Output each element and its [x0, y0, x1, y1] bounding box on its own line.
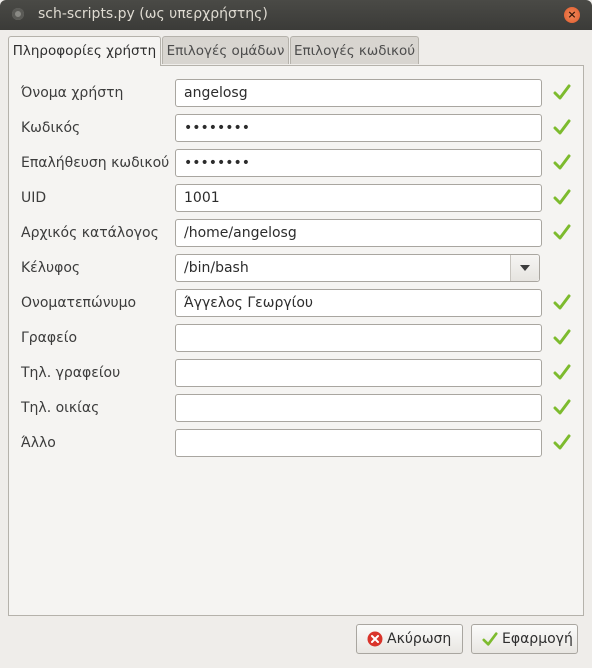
form-row-other: Άλλο	[9, 426, 585, 460]
form-row-full-name: Ονοματεπώνυμο Άγγελος Γεωργίου	[9, 286, 585, 320]
home-dir-field[interactable]: /home/angelosg	[175, 219, 542, 247]
username-field[interactable]: angelosg	[175, 79, 542, 107]
shell-combobox[interactable]: /bin/bash	[175, 254, 540, 282]
form-row-office-phone: Τηλ. γραφείου	[9, 356, 585, 390]
apply-label: Εφαρμογή	[502, 631, 573, 647]
valid-check-icon	[553, 84, 571, 100]
form-row-home-dir: Αρχικός κατάλογος /home/angelosg	[9, 216, 585, 250]
chevron-down-icon	[520, 265, 530, 271]
form-row-home-phone: Τηλ. οικίας	[9, 391, 585, 425]
password-field[interactable]: ••••••••	[175, 114, 542, 142]
form-row-username: Όνομα χρήστη angelosg	[9, 76, 585, 110]
username-label: Όνομα χρήστη	[21, 85, 124, 101]
window-title: sch-scripts.py (ως υπερχρήστης)	[38, 6, 268, 22]
form-row-password-confirm: Επαλήθευση κωδικού ••••••••	[9, 146, 585, 180]
form-row-shell: Κέλυφος /bin/bash	[9, 251, 585, 285]
title-bar[interactable]: sch-scripts.py (ως υπερχρήστης) ×	[0, 0, 592, 30]
form-row-uid: UID 1001	[9, 181, 585, 215]
uid-label: UID	[21, 190, 47, 206]
valid-check-icon	[553, 364, 571, 380]
shell-value: /bin/bash	[184, 260, 249, 276]
password-confirm-label: Επαλήθευση κωδικού	[21, 155, 170, 171]
cancel-button[interactable]: Ακύρωση	[356, 624, 463, 654]
home-phone-label: Τηλ. οικίας	[21, 400, 100, 416]
user-info-panel: Όνομα χρήστη angelosg Κωδικός •••••••• Ε…	[8, 65, 584, 616]
home-phone-field[interactable]	[175, 394, 542, 422]
app-icon	[12, 8, 24, 20]
office-phone-field[interactable]	[175, 359, 542, 387]
valid-check-icon	[553, 119, 571, 135]
home-dir-label: Αρχικός κατάλογος	[21, 225, 159, 241]
apply-check-icon	[482, 632, 498, 646]
office-phone-label: Τηλ. γραφείου	[21, 365, 121, 381]
close-button[interactable]: ×	[564, 7, 580, 23]
office-label: Γραφείο	[21, 330, 78, 346]
tab-user-info[interactable]: Πληροφορίες χρήστη	[8, 36, 161, 66]
uid-field[interactable]: 1001	[175, 184, 542, 212]
dialog-window: sch-scripts.py (ως υπερχρήστης) × Πληροφ…	[0, 0, 592, 668]
password-label: Κωδικός	[21, 120, 81, 136]
valid-check-icon	[553, 189, 571, 205]
apply-button[interactable]: Εφαρμογή	[471, 624, 578, 654]
office-field[interactable]	[175, 324, 542, 352]
full-name-field[interactable]: Άγγελος Γεωργίου	[175, 289, 542, 317]
other-field[interactable]	[175, 429, 542, 457]
form-row-office: Γραφείο	[9, 321, 585, 355]
cancel-label: Ακύρωση	[387, 631, 452, 647]
valid-check-icon	[553, 329, 571, 345]
valid-check-icon	[553, 224, 571, 240]
cancel-icon	[367, 631, 383, 647]
valid-check-icon	[553, 434, 571, 450]
valid-check-icon	[553, 294, 571, 310]
full-name-label: Ονοματεπώνυμο	[21, 295, 137, 311]
shell-label: Κέλυφος	[21, 260, 81, 276]
valid-check-icon	[553, 154, 571, 170]
other-label: Άλλο	[21, 435, 56, 451]
shell-dropdown-button[interactable]	[510, 255, 539, 281]
tab-group-options[interactable]: Επιλογές ομάδων	[162, 36, 289, 64]
form-row-password: Κωδικός ••••••••	[9, 111, 585, 145]
password-confirm-field[interactable]: ••••••••	[175, 149, 542, 177]
tab-password-options[interactable]: Επιλογές κωδικού	[290, 36, 419, 64]
valid-check-icon	[553, 399, 571, 415]
